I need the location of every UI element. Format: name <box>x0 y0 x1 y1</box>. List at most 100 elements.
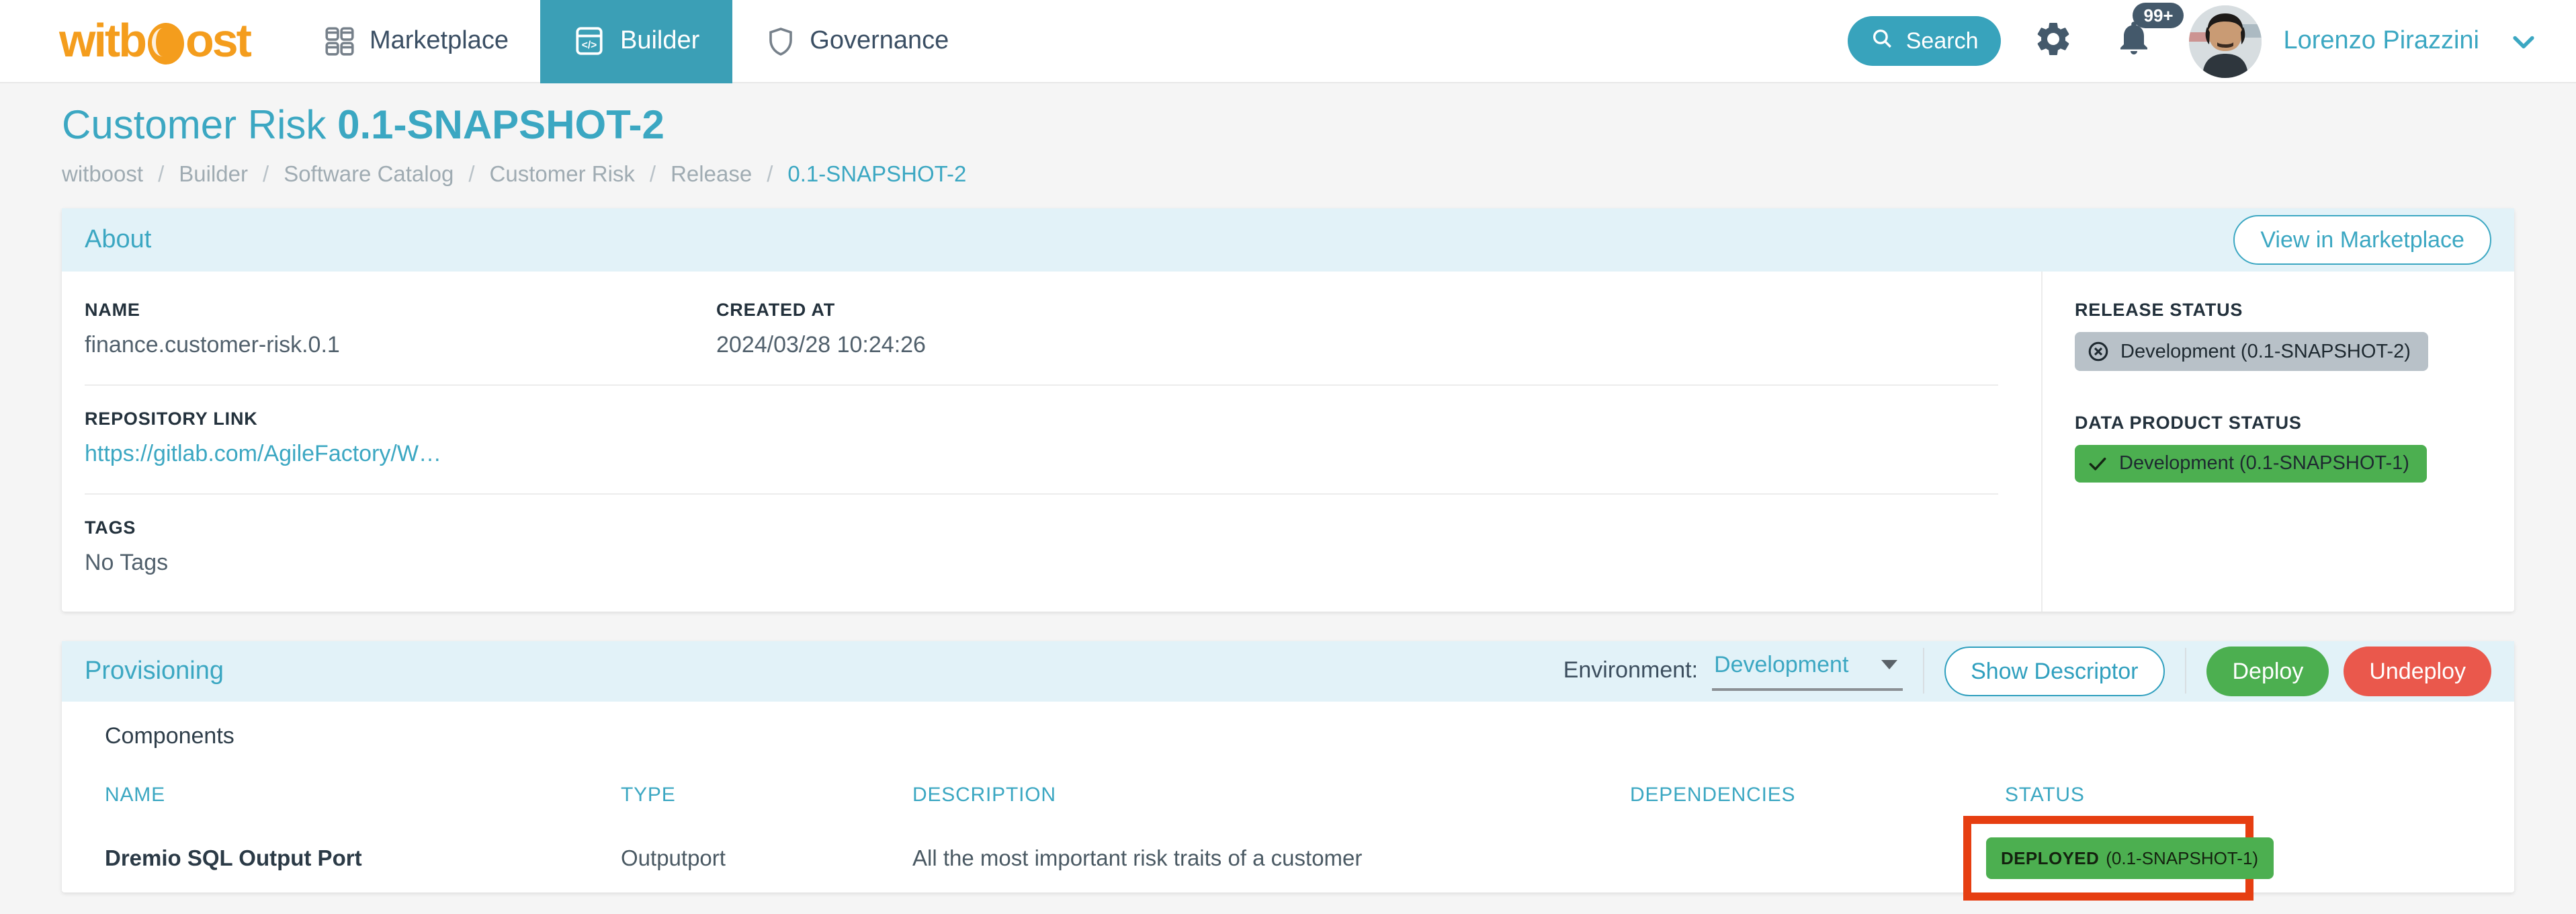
component-type-cell: Outputport <box>621 846 912 872</box>
about-right-column: RELEASE STATUS Development (0.1-SNAPSHOT… <box>2041 272 2514 612</box>
search-button[interactable]: Search <box>1848 16 2002 66</box>
breadcrumb-item-witboost[interactable]: witboost <box>62 163 143 188</box>
top-nav: witb ost Marketplace <box>0 0 2576 83</box>
field-value: finance.customer-risk.0.1 <box>85 332 716 359</box>
nav-item-label: Governance <box>810 26 949 56</box>
data-product-status-badge: Development (0.1-SNAPSHOT-1) <box>2075 445 2427 483</box>
provisioning-body: Components NAME TYPE DESCRIPTION DEPENDE… <box>62 702 2514 892</box>
breadcrumb-item-software-catalog[interactable]: Software Catalog <box>248 163 454 188</box>
user-name[interactable]: Lorenzo Pirazzini <box>2284 26 2480 56</box>
logo-text-right: ost <box>185 17 250 65</box>
table-row: Dremio SQL Output Port Outputport All th… <box>105 836 2491 882</box>
provisioning-header-band: Provisioning Environment: Development Sh… <box>62 641 2514 702</box>
component-name-cell: Dremio SQL Output Port <box>105 846 621 872</box>
nav-right: Search 99+ <box>1848 5 2576 77</box>
about-body: NAME finance.customer-risk.0.1 CREATED A… <box>62 272 2514 612</box>
field-name: NAME finance.customer-risk.0.1 <box>85 300 716 359</box>
component-description-cell: All the most important risk traits of a … <box>912 846 1630 872</box>
status-version: (0.1-SNAPSHOT-1) <box>2106 848 2258 868</box>
field-label: DATA PRODUCT STATUS <box>2075 413 2493 433</box>
highlight-annotation-box: DEPLOYED (0.1-SNAPSHOT-1) <box>1963 816 2253 901</box>
field-value: 2024/03/28 10:24:26 <box>716 332 1998 359</box>
view-in-marketplace-button[interactable]: View in Marketplace <box>2233 214 2491 265</box>
environment-value: Development <box>1714 652 1848 679</box>
provisioning-card: Provisioning Environment: Development Sh… <box>62 641 2514 892</box>
badge-label: Development (0.1-SNAPSHOT-1) <box>2119 453 2409 474</box>
nav-item-label: Marketplace <box>370 26 509 56</box>
page-content: Customer Risk 0.1-SNAPSHOT-2 witboost Bu… <box>0 103 2576 892</box>
show-descriptor-button[interactable]: Show Descriptor <box>1944 646 2165 696</box>
undeploy-button[interactable]: Undeploy <box>2344 646 2491 696</box>
breadcrumb-item-builder[interactable]: Builder <box>143 163 248 188</box>
avatar[interactable] <box>2190 5 2262 77</box>
circle-x-icon <box>2087 340 2110 363</box>
breadcrumb-item-customer-risk[interactable]: Customer Risk <box>454 163 635 188</box>
badge-label: Development (0.1-SNAPSHOT-2) <box>2120 341 2411 362</box>
bell-icon <box>2114 40 2155 63</box>
divider <box>85 493 1998 495</box>
check-icon <box>2087 453 2108 474</box>
field-release-status: RELEASE STATUS Development (0.1-SNAPSHOT… <box>2075 300 2493 371</box>
divider <box>1922 649 1924 694</box>
components-title: Components <box>105 723 2491 750</box>
notification-count-badge: 99+ <box>2133 3 2184 28</box>
nav-item-label: Builder <box>620 26 699 56</box>
user-menu-chevron-down-icon[interactable] <box>2509 26 2538 56</box>
svg-text:</>: </> <box>583 40 598 51</box>
app-root: witb ost Marketplace <box>0 0 2576 914</box>
field-label: RELEASE STATUS <box>2075 300 2493 320</box>
column-header-dependencies: DEPENDENCIES <box>1630 784 2005 806</box>
field-tags: TAGS No Tags <box>85 517 1998 577</box>
search-icon <box>1871 26 1894 56</box>
column-header-name: NAME <box>105 784 621 806</box>
table-header-row: NAME TYPE DESCRIPTION DEPENDENCIES STATU… <box>105 784 2491 806</box>
breadcrumb-item-release[interactable]: Release <box>635 163 752 188</box>
field-created-at: CREATED AT 2024/03/28 10:24:26 <box>716 300 1998 359</box>
logo-text-left: witb <box>59 17 145 65</box>
environment-label: Environment: <box>1563 658 1698 685</box>
release-status-badge: Development (0.1-SNAPSHOT-2) <box>2075 332 2428 371</box>
settings-button[interactable] <box>2034 19 2074 63</box>
search-label: Search <box>1906 28 1979 54</box>
notifications-button[interactable]: 99+ <box>2114 17 2155 65</box>
field-label: NAME <box>85 300 716 320</box>
page-title-version: 0.1-SNAPSHOT-2 <box>337 103 664 148</box>
witboost-logo[interactable]: witb ost <box>59 17 250 65</box>
main-nav: Marketplace </> Builder G <box>290 0 981 83</box>
provisioning-section-title: Provisioning <box>85 657 224 686</box>
grid-icon <box>323 24 356 58</box>
divider <box>85 384 1998 386</box>
dropdown-caret-icon <box>1881 661 1897 670</box>
shield-icon <box>764 25 796 57</box>
field-value: No Tags <box>85 550 1998 577</box>
divider <box>2186 649 2187 694</box>
logo-blob-icon <box>148 22 184 64</box>
components-table: NAME TYPE DESCRIPTION DEPENDENCIES STATU… <box>105 784 2491 882</box>
environment-select[interactable]: Environment: Development <box>1563 652 1902 691</box>
field-data-product-status: DATA PRODUCT STATUS Development (0.1-SNA… <box>2075 413 2493 483</box>
nav-item-governance[interactable]: Governance <box>732 0 981 83</box>
column-header-description: DESCRIPTION <box>912 784 1630 806</box>
breadcrumb: witboost Builder Software Catalog Custom… <box>62 163 2514 188</box>
about-card: About View in Marketplace NAME finance.c… <box>62 208 2514 612</box>
nav-item-builder[interactable]: </> Builder <box>541 0 732 83</box>
code-window-icon: </> <box>573 24 607 58</box>
about-left-column: NAME finance.customer-risk.0.1 CREATED A… <box>62 272 2041 612</box>
gear-icon <box>2034 19 2074 63</box>
field-label: TAGS <box>85 517 1998 538</box>
component-status-cell: DEPLOYED (0.1-SNAPSHOT-1) <box>2005 836 2491 882</box>
deploy-button[interactable]: Deploy <box>2207 646 2329 696</box>
field-repository-link: REPOSITORY LINK https://gitlab.com/Agile… <box>85 409 1998 468</box>
deployed-status-badge[interactable]: DEPLOYED (0.1-SNAPSHOT-1) <box>1986 837 2273 879</box>
field-label: CREATED AT <box>716 300 1998 320</box>
about-section-title: About <box>85 225 151 255</box>
page-title: Customer Risk 0.1-SNAPSHOT-2 <box>62 103 2514 149</box>
breadcrumb-item-current: 0.1-SNAPSHOT-2 <box>752 163 966 188</box>
about-header-band: About View in Marketplace <box>62 208 2514 272</box>
column-header-type: TYPE <box>621 784 912 806</box>
nav-item-marketplace[interactable]: Marketplace <box>290 0 541 83</box>
repository-link[interactable]: https://gitlab.com/AgileFactory/W… <box>85 441 1998 468</box>
column-header-status: STATUS <box>2005 784 2491 806</box>
field-label: REPOSITORY LINK <box>85 409 1998 429</box>
status-text: DEPLOYED <box>2001 848 2099 868</box>
